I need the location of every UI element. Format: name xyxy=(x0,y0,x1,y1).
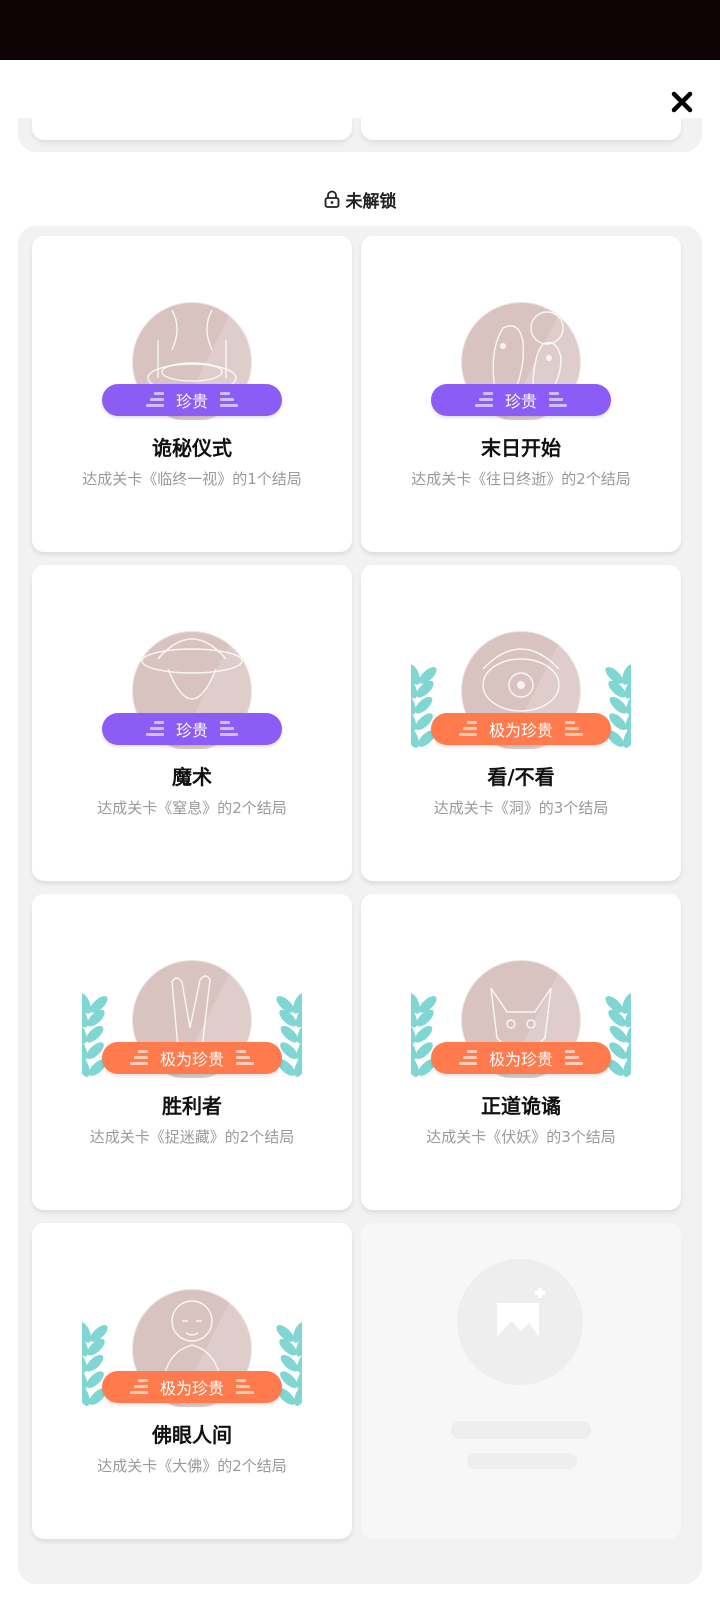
tier-lines-icon xyxy=(129,1379,148,1394)
tier-lines-icon xyxy=(236,1050,254,1065)
lock-icon xyxy=(324,190,339,208)
tier-lines-icon xyxy=(474,392,493,407)
badge-description: 达成关卡《往日终逝》的2个结局 xyxy=(411,470,631,488)
rarity-label: 极为珍贵 xyxy=(159,1050,224,1069)
rarity-label: 极为珍贵 xyxy=(159,1379,224,1398)
badge-description: 达成关卡《伏妖》的3个结局 xyxy=(426,1128,616,1146)
locked-section-header: 未解锁 xyxy=(0,184,720,214)
badge-title: 胜利者 xyxy=(162,1094,222,1118)
badge-description: 达成关卡《捉迷藏》的2个结局 xyxy=(89,1128,295,1146)
badge-title: 正道诡谲 xyxy=(481,1094,561,1118)
badge-card[interactable]: 极为珍贵 胜利者 达成关卡《捉迷藏》的2个结局 xyxy=(32,894,352,1210)
badge-card-placeholder xyxy=(361,1223,681,1539)
tier-lines-icon xyxy=(236,1379,254,1394)
status-bar xyxy=(0,0,720,60)
badge-description: 达成关卡《大佛》的2个结局 xyxy=(97,1457,287,1475)
locked-section-title: 未解锁 xyxy=(345,191,397,212)
unlocked-badge-card[interactable] xyxy=(361,118,681,140)
badge-description: 达成关卡《窒息》的2个结局 xyxy=(97,799,287,817)
badge-description: 达成关卡《洞》的3个结局 xyxy=(433,799,609,817)
badge-title: 末日开始 xyxy=(481,436,561,460)
unlocked-badge-card[interactable] xyxy=(32,118,352,140)
rarity-label: 极为珍贵 xyxy=(488,721,553,740)
badge-card[interactable]: 珍贵 诡秘仪式 达成关卡《临终一视》的1个结局 xyxy=(32,236,352,552)
locked-badges-panel: 珍贵 诡秘仪式 达成关卡《临终一视》的1个结局 珍贵 末日开始 达成关卡《往日终… xyxy=(18,226,702,1584)
tier-lines-icon xyxy=(220,721,238,736)
rarity-label: 珍贵 xyxy=(175,721,208,740)
unlocked-badges-panel xyxy=(18,118,702,152)
tier-lines-icon xyxy=(565,721,583,736)
tier-lines-icon xyxy=(129,1050,148,1065)
rarity-tag: 珍贵 xyxy=(102,713,282,745)
badge-card[interactable]: 珍贵 末日开始 达成关卡《往日终逝》的2个结局 xyxy=(361,236,681,552)
badge-title: 看/不看 xyxy=(487,765,555,789)
tier-lines-icon xyxy=(565,1050,583,1065)
placeholder-circle xyxy=(457,1259,583,1385)
tier-lines-icon xyxy=(458,1050,477,1065)
close-icon xyxy=(671,91,693,113)
placeholder-title-bar xyxy=(451,1421,591,1439)
rarity-tag: 极为珍贵 xyxy=(431,1042,611,1074)
rarity-tag: 极为珍贵 xyxy=(102,1371,282,1403)
rarity-label: 珍贵 xyxy=(175,392,208,411)
rarity-tag: 珍贵 xyxy=(431,384,611,416)
badge-description: 达成关卡《临终一视》的1个结局 xyxy=(82,470,302,488)
badge-title: 魔术 xyxy=(172,765,212,789)
badge-card[interactable]: 极为珍贵 佛眼人间 达成关卡《大佛》的2个结局 xyxy=(32,1223,352,1539)
rarity-label: 珍贵 xyxy=(504,392,537,411)
tier-lines-icon xyxy=(220,392,238,407)
badge-card[interactable]: 珍贵 魔术 达成关卡《窒息》的2个结局 xyxy=(32,565,352,881)
image-placeholder-icon xyxy=(497,1288,545,1337)
rarity-label: 极为珍贵 xyxy=(488,1050,553,1069)
tier-lines-icon xyxy=(145,392,164,407)
tier-lines-icon xyxy=(458,721,477,736)
close-button[interactable] xyxy=(664,84,700,120)
tier-lines-icon xyxy=(549,392,567,407)
badge-card[interactable]: 极为珍贵 看/不看 达成关卡《洞》的3个结局 xyxy=(361,565,681,881)
placeholder-desc-bar xyxy=(467,1453,577,1469)
badge-card[interactable]: 极为珍贵 正道诡谲 达成关卡《伏妖》的3个结局 xyxy=(361,894,681,1210)
tier-lines-icon xyxy=(145,721,164,736)
rarity-tag: 极为珍贵 xyxy=(431,713,611,745)
rarity-tag: 极为珍贵 xyxy=(102,1042,282,1074)
rarity-tag: 珍贵 xyxy=(102,384,282,416)
badge-title: 诡秘仪式 xyxy=(152,436,232,460)
badge-title: 佛眼人间 xyxy=(152,1423,232,1447)
